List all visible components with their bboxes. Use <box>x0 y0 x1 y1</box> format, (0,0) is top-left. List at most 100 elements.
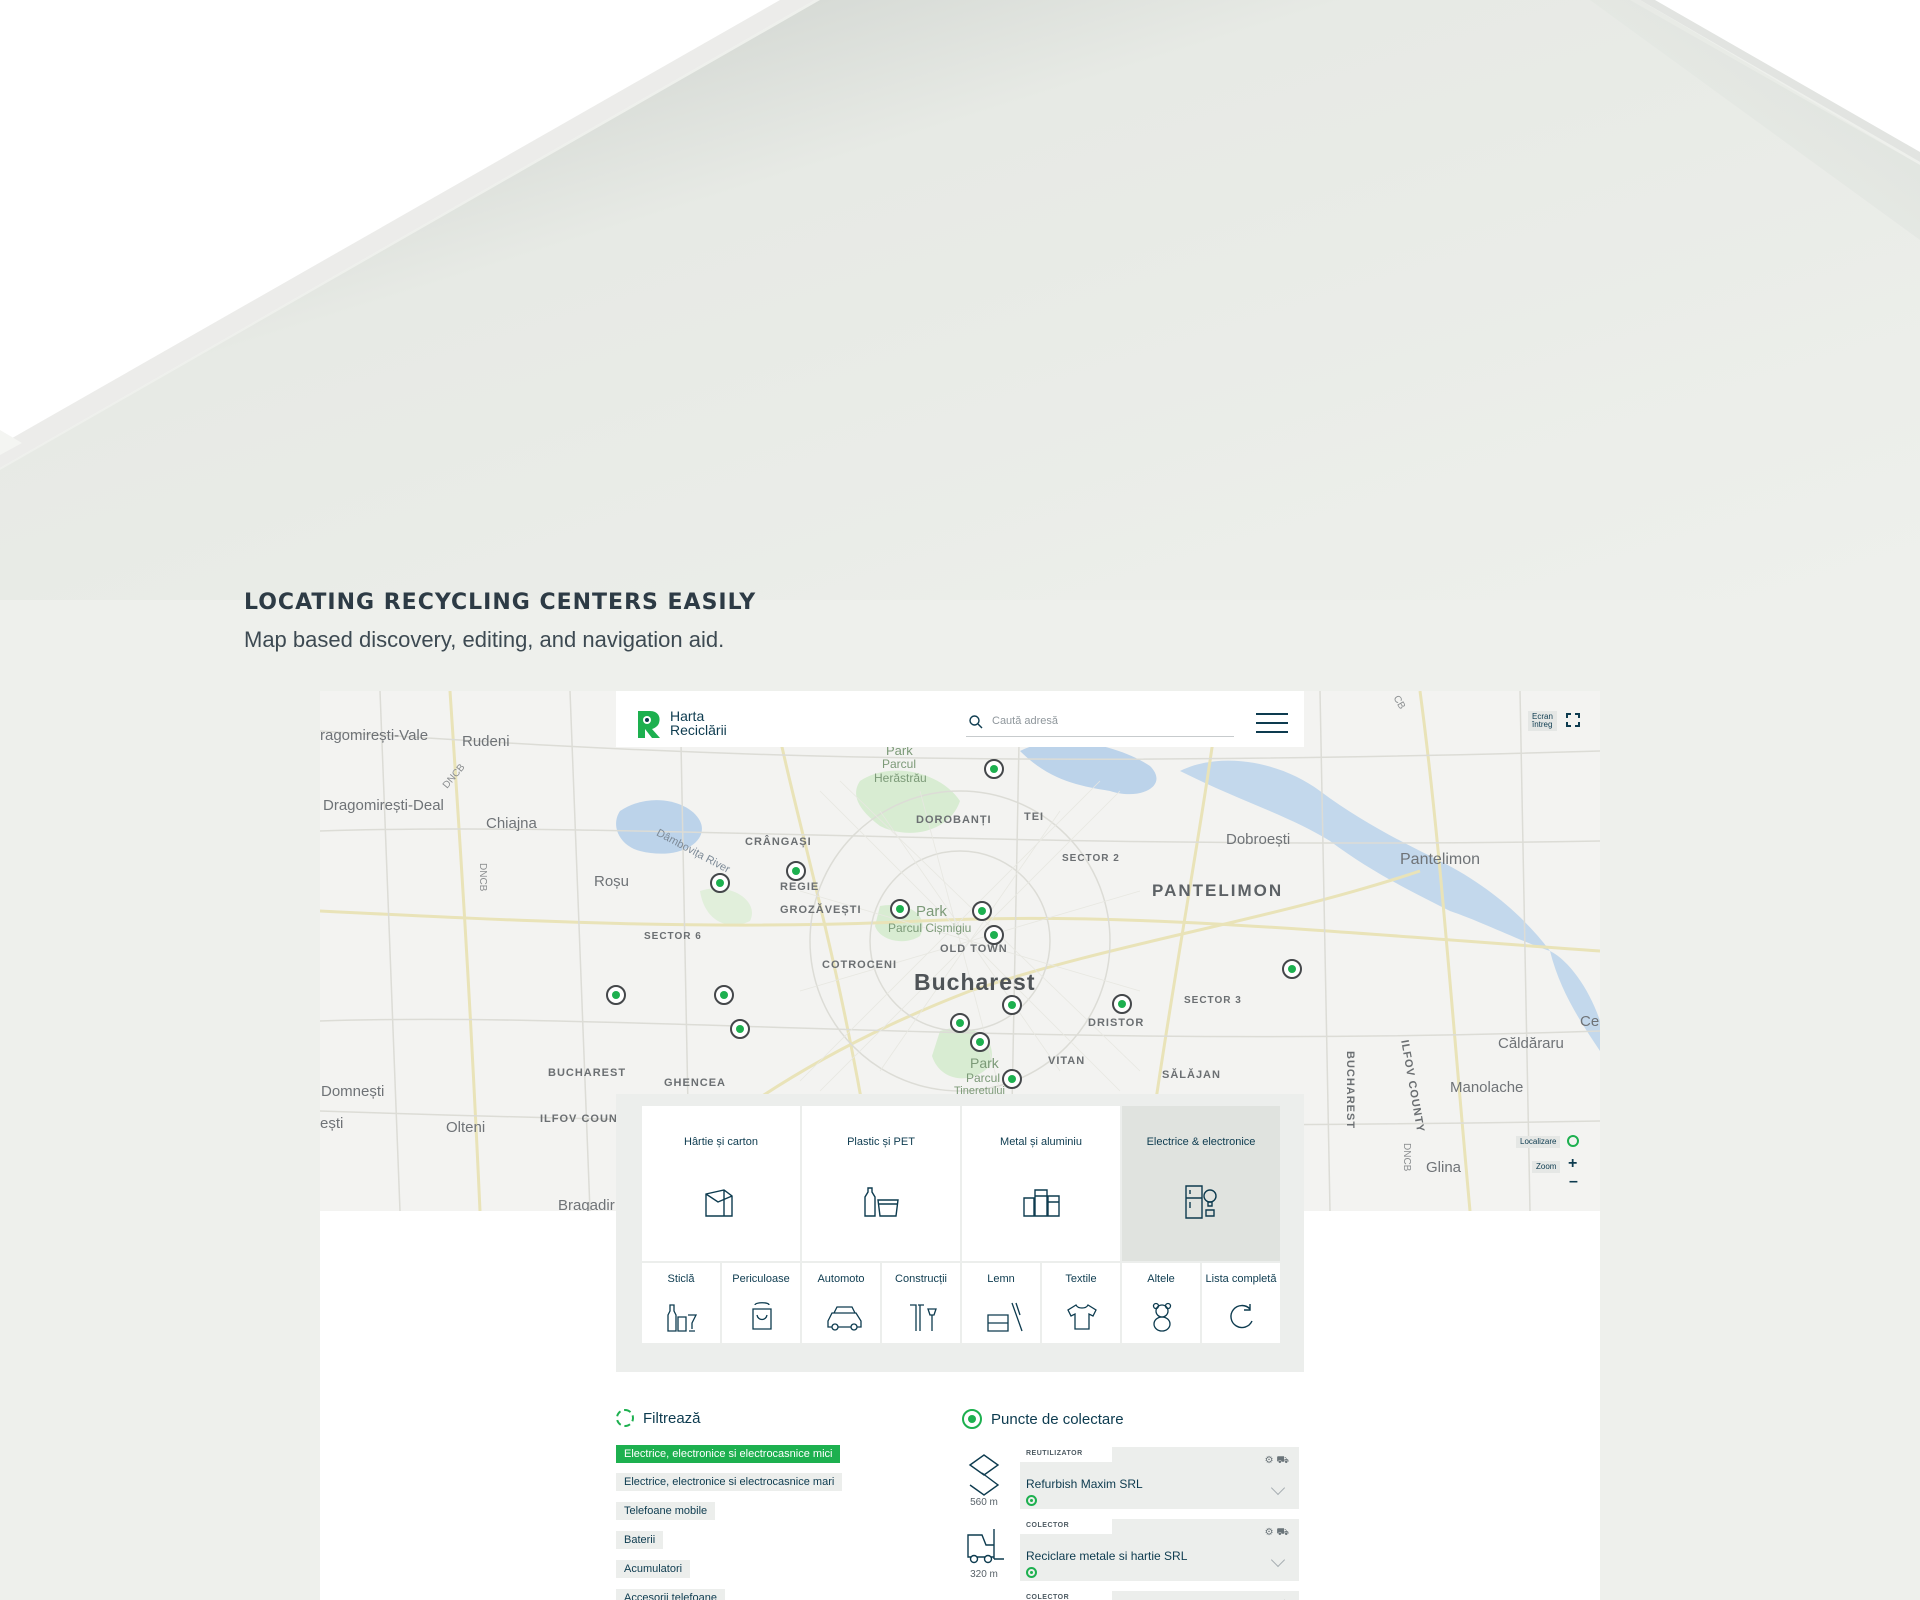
category-automoto[interactable]: Automoto <box>802 1263 880 1343</box>
category-textiles[interactable]: Textile <box>1042 1263 1120 1343</box>
category-label: Metal și aluminiu <box>1000 1136 1082 1148</box>
map-pin[interactable] <box>606 985 626 1005</box>
map-pin[interactable] <box>714 985 734 1005</box>
map-pin[interactable] <box>984 759 1004 779</box>
distance-label: 560 m <box>970 1497 998 1508</box>
map-pin[interactable] <box>970 1032 990 1052</box>
collection-point-card[interactable]: COLECTOR ⚙ <box>1020 1591 1299 1600</box>
menu-line <box>1256 731 1288 733</box>
map-pin[interactable] <box>1002 1069 1022 1089</box>
category-plastic[interactable]: Plastic și PET <box>802 1106 960 1261</box>
map-place-label: Manolache <box>1450 1079 1524 1096</box>
map-place-label: Ce <box>1580 1013 1600 1030</box>
zoom-out-button[interactable]: – <box>1569 1173 1578 1191</box>
fridge-icon <box>1185 1185 1217 1219</box>
collection-point-card[interactable]: COLECTOR ⚙ ⛟ Reciclare metale si hartie … <box>1020 1519 1299 1581</box>
map-district-label: SECTOR 6 <box>644 931 702 942</box>
category-hazardous[interactable]: Periculoase <box>722 1263 800 1343</box>
category-glass[interactable]: Sticlă <box>642 1263 720 1343</box>
map-place-label: Glina <box>1426 1159 1462 1176</box>
map-district-label: SECTOR 3 <box>1184 995 1242 1006</box>
hero-background <box>0 0 1920 600</box>
map-pin[interactable] <box>1112 994 1132 1014</box>
map-park-label: Parcul <box>882 757 917 771</box>
app-header: Harta Reciclării <box>616 691 1304 747</box>
filter-header: Filtrează <box>616 1409 701 1427</box>
category-other[interactable]: Altele <box>1122 1263 1200 1343</box>
map-pin[interactable] <box>950 1013 970 1033</box>
chevron-down-icon[interactable] <box>1270 1480 1286 1496</box>
collection-point-item[interactable]: 320 m COLECTOR ⚙ ⛟ Reciclare metale si h… <box>962 1519 1299 1585</box>
map-pin[interactable] <box>984 925 1004 945</box>
fullscreen-label-line: întreg <box>1532 720 1553 729</box>
map-place-label: Rudeni <box>462 733 510 750</box>
map-place-label: Domnești <box>321 1083 385 1100</box>
category-label: Automoto <box>817 1273 865 1285</box>
category-wood[interactable]: Lemn <box>962 1263 1040 1343</box>
map-city-label: Bucharest <box>914 969 1036 995</box>
map-district-label: GHENCEA <box>664 1077 727 1089</box>
map-pin[interactable] <box>730 1019 750 1039</box>
map-park-label: Park <box>970 1055 999 1071</box>
filter-chip[interactable]: Accesorii telefoane <box>616 1589 725 1600</box>
hamburger-menu-button[interactable] <box>1256 713 1288 735</box>
point-status-icon <box>1026 1567 1037 1578</box>
paper-box-icon <box>705 1189 733 1217</box>
category-paper[interactable]: Hârtie și carton <box>642 1106 800 1261</box>
category-metal[interactable]: Metal și aluminiu <box>962 1106 1120 1261</box>
category-electronics[interactable]: Electrice & electronice <box>1122 1106 1280 1261</box>
map-pin[interactable] <box>972 901 992 921</box>
forklift-icon <box>962 1591 1018 1600</box>
tools-icon <box>910 1304 937 1331</box>
zoom-in-button[interactable]: + <box>1568 1155 1577 1173</box>
logo-text-line: Reciclării <box>670 722 727 738</box>
logo-text[interactable]: Harta Reciclării <box>670 709 727 737</box>
fullscreen-label: Ecran întreg <box>1528 711 1557 731</box>
fullscreen-icon[interactable] <box>1566 713 1580 727</box>
category-label: Altele <box>1147 1273 1175 1285</box>
filter-chip[interactable]: Electrice, electronice si electrocasnice… <box>616 1473 843 1491</box>
collection-point-item[interactable]: 560 m REUTILIZATOR ⚙ ⛟ Refurbish Maxim S… <box>962 1447 1299 1513</box>
locate-icon[interactable] <box>1567 1135 1579 1147</box>
map-pin[interactable] <box>786 861 806 881</box>
category-panel: Hârtie și carton Plastic și PET Metal și… <box>616 1094 1304 1372</box>
chevron-down-icon[interactable] <box>1270 1552 1286 1568</box>
point-status-icon <box>1026 1495 1037 1506</box>
map-place-label: Dobroești <box>1226 831 1291 848</box>
zoom-label: Zoom <box>1532 1161 1561 1173</box>
map-park-label: Parcul Cișmigiu <box>888 921 972 935</box>
map-pin[interactable] <box>890 899 910 919</box>
filter-chip[interactable]: Acumulatori <box>616 1560 691 1578</box>
map-park-label: Park <box>916 903 947 920</box>
map-place-label: Dragomirești-Deal <box>323 797 444 814</box>
map-pin[interactable] <box>1282 959 1302 979</box>
category-label: Electrice & electronice <box>1146 1136 1256 1148</box>
point-type-tag: REUTILIZATOR <box>1020 1447 1112 1462</box>
filter-chip[interactable]: Electrice, electronice si electrocasnice… <box>616 1445 841 1463</box>
filter-icon <box>616 1409 634 1427</box>
refresh-icon <box>1230 1304 1253 1329</box>
map-district-label: CRÂNGAȘI <box>745 836 812 848</box>
map-place-label: ragomirești-Vale <box>320 727 429 744</box>
logo-icon <box>638 711 660 738</box>
map-district-label: DRISTOR <box>1088 1017 1145 1029</box>
collection-point-item[interactable]: COLECTOR ⚙ <box>962 1591 1299 1600</box>
menu-line <box>1256 713 1288 715</box>
filter-chip[interactable]: Baterii <box>616 1531 664 1549</box>
map-district-label: REGIE <box>780 881 820 893</box>
search-icon <box>969 715 983 729</box>
section-title: LOCATING RECYCLING CENTERS EASILY <box>244 590 757 615</box>
collection-point-card[interactable]: REUTILIZATOR ⚙ ⛟ Refurbish Maxim SRL <box>1020 1447 1299 1509</box>
filter-chip[interactable]: Telefoane mobile <box>616 1502 716 1520</box>
search-box <box>966 711 1234 737</box>
search-input[interactable] <box>992 715 1222 727</box>
point-tools-icons: ⚙ ⛟ <box>1264 1527 1289 1538</box>
map-district-label: BUCHAREST <box>548 1067 627 1079</box>
category-full-list[interactable]: Lista completă <box>1202 1263 1280 1343</box>
map-park-label: Parcul <box>966 1071 1001 1085</box>
collection-point-icon <box>962 1409 982 1429</box>
category-construction[interactable]: Construcții <box>882 1263 960 1343</box>
map-pin[interactable] <box>1002 995 1022 1015</box>
point-name: Reciclare metale si hartie SRL <box>1026 1549 1188 1563</box>
map-pin[interactable] <box>710 873 730 893</box>
